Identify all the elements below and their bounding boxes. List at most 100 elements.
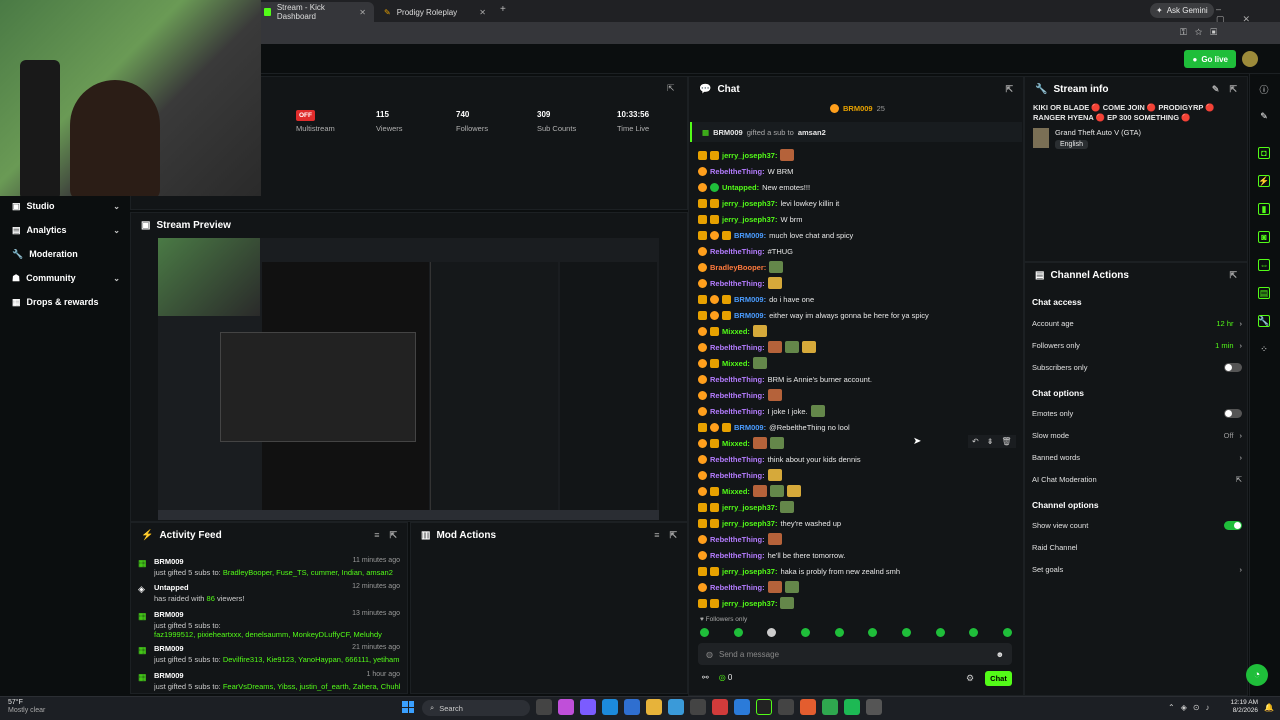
chat-username[interactable]: Mixxed: (722, 439, 750, 448)
chat-message[interactable]: Mixxed: (690, 323, 1020, 339)
chat-message[interactable]: RebeltheThing: W BRM (690, 163, 1020, 179)
chat-message[interactable]: jerry_joseph37: (690, 499, 1020, 515)
chat-username[interactable]: Mixxed: (722, 327, 750, 336)
chat-message[interactable]: jerry_joseph37: W brm (690, 211, 1020, 227)
emote-icon[interactable] (901, 628, 911, 637)
wrench-icon[interactable]: 🔧 (1258, 315, 1270, 327)
chat-username[interactable]: Mixxed: (722, 359, 750, 368)
account-age-setting[interactable]: Account age 12 hr › (1032, 315, 1242, 331)
emote-icon[interactable] (800, 628, 810, 637)
settings-icon[interactable] (866, 699, 882, 715)
emote-icon[interactable] (733, 628, 743, 637)
chat-message[interactable]: Mixxed: (690, 355, 1020, 371)
popout-icon[interactable]: ⇱ (1229, 270, 1237, 281)
document-icon[interactable]: ▮ (1258, 203, 1270, 215)
edit-icon[interactable]: ✎ (1212, 84, 1220, 95)
app-icon[interactable] (624, 699, 640, 715)
subscribers-only-toggle[interactable] (1224, 362, 1242, 372)
app-icon[interactable] (778, 699, 794, 715)
go-live-button[interactable]: ● Go live (1184, 50, 1236, 68)
app-icon[interactable] (580, 699, 596, 715)
edge-icon[interactable] (602, 699, 618, 715)
link-icon[interactable]: ⚯ (702, 673, 709, 682)
edit-icon[interactable]: ✎ (1258, 110, 1270, 122)
spotify-icon[interactable] (844, 699, 860, 715)
support-chat-button[interactable]: ◔ (1246, 664, 1268, 686)
chat-username[interactable]: Mixxed: (722, 487, 750, 496)
close-icon[interactable]: ✕ (359, 8, 366, 17)
multistream-stat[interactable]: OFF Multistream (296, 110, 335, 133)
chat-message[interactable]: RebeltheThing: he'll be there tomorrow. (690, 547, 1020, 563)
reply-icon[interactable]: ↶ (972, 437, 979, 446)
chrome-icon[interactable] (822, 699, 838, 715)
chat-icon[interactable]: ◙ (1258, 231, 1270, 243)
chat-username[interactable]: BRM009: (734, 423, 766, 432)
pin-icon[interactable]: ⇟ (987, 437, 994, 446)
chat-message[interactable]: BradleyBooper: (690, 259, 1020, 275)
chat-username[interactable]: RebeltheThing: (710, 391, 765, 400)
filter-icon[interactable]: ≡ (654, 530, 659, 541)
chat-username[interactable]: jerry_joseph37: (722, 503, 777, 512)
chat-username[interactable]: RebeltheThing: (710, 279, 765, 288)
sidebar-item-drops[interactable]: ▦ Drops & rewards (12, 294, 120, 310)
system-tray-icons[interactable]: ⌃◈⊙♪ (1168, 703, 1216, 712)
drag-handle-icon[interactable]: ⁘ (1258, 343, 1270, 355)
new-tab-icon[interactable]: + (500, 4, 506, 15)
popout-icon[interactable]: ⇱ (1005, 84, 1013, 95)
chat-message[interactable]: RebeltheThing: (690, 387, 1020, 403)
slow-mode-setting[interactable]: Slow mode Off › (1032, 427, 1242, 443)
emote-icon[interactable] (969, 628, 979, 637)
emote-icon[interactable] (868, 628, 878, 637)
chat-message[interactable]: Untapped: New emotes!!! (690, 179, 1020, 195)
app-icon[interactable] (734, 699, 750, 715)
chat-username[interactable]: RebeltheThing: (710, 167, 765, 176)
points[interactable]: ◎ 0 (719, 673, 733, 682)
tools-icon[interactable]: ⇔ (1258, 259, 1270, 271)
popout-icon[interactable]: ⇱ (669, 530, 677, 541)
chat-message[interactable]: RebeltheThing: #THUG (690, 243, 1020, 259)
emoji-icon[interactable]: ☻ (996, 650, 1004, 659)
chat-message[interactable]: RebeltheThing: (690, 339, 1020, 355)
chat-username[interactable]: RebeltheThing: (710, 375, 765, 384)
weather-widget[interactable]: 57°F Mostly clear (8, 699, 45, 715)
chat-username[interactable]: jerry_joseph37: (722, 519, 777, 528)
chat-username[interactable]: RebeltheThing: (710, 343, 765, 352)
tab-prodigy[interactable]: ✎ Prodigy Roleplay ✕ (376, 2, 494, 22)
app-icon[interactable] (712, 699, 728, 715)
chat-send-button[interactable]: Chat (985, 671, 1012, 686)
close-icon[interactable]: ✕ (479, 8, 486, 17)
chat-username[interactable]: RebeltheThing: (710, 551, 765, 560)
browser-toolbar-icons[interactable]: ⚿☆▣ (1180, 27, 1225, 38)
app-icon[interactable] (690, 699, 706, 715)
lightning-icon[interactable]: ⚡ (1258, 175, 1270, 187)
sidebar-item-community[interactable]: ☗ Community ⌄ (12, 270, 120, 286)
sidebar-item-moderation[interactable]: 🔧 Moderation (12, 246, 120, 262)
task-view-icon[interactable] (536, 699, 552, 715)
store-icon[interactable] (668, 699, 684, 715)
sidebar-item-analytics[interactable]: ▤ Analytics ⌄ (12, 222, 120, 238)
chat-username[interactable]: jerry_joseph37: (722, 151, 777, 160)
sidebar-item-studio[interactable]: ▣ Studio ⌄ (12, 198, 120, 214)
stream-preview-video[interactable] (158, 238, 659, 520)
raid-channel-setting[interactable]: Raid Channel (1032, 539, 1242, 555)
trash-icon[interactable]: 🗑 (1001, 437, 1011, 446)
chat-message[interactable]: RebeltheThing: (690, 531, 1020, 547)
emote-icon[interactable] (767, 628, 777, 637)
followers-only-setting[interactable]: Followers only 1 min › (1032, 337, 1242, 353)
chat-message[interactable]: BRM009: @RebeltheThing no lool (690, 419, 1020, 435)
chat-username[interactable]: BradleyBooper: (710, 263, 766, 272)
chat-message[interactable]: BRM009: either way im always gonna be her… (690, 307, 1020, 323)
clock[interactable]: 12:19 AM 8/2/2026 (1218, 699, 1258, 715)
terminal-icon[interactable] (756, 699, 772, 715)
taskbar-search[interactable]: ⌕ Search (422, 700, 530, 716)
popout-icon[interactable]: ⇱ (389, 530, 397, 541)
chat-message[interactable]: RebeltheThing: BRM is Annie's burner acco… (690, 371, 1020, 387)
chat-message[interactable]: jerry_joseph37: (690, 595, 1020, 611)
emote-icon[interactable] (700, 628, 709, 637)
avatar[interactable] (1242, 51, 1258, 67)
ai-moderation-setting[interactable]: AI Chat Moderation ⇱ (1032, 471, 1242, 487)
chat-message[interactable]: jerry_joseph37: (690, 147, 1020, 163)
chat-username[interactable]: jerry_joseph37: (722, 599, 777, 608)
chat-username[interactable]: RebeltheThing: (710, 407, 765, 416)
chat-username[interactable]: BRM009: (734, 295, 766, 304)
